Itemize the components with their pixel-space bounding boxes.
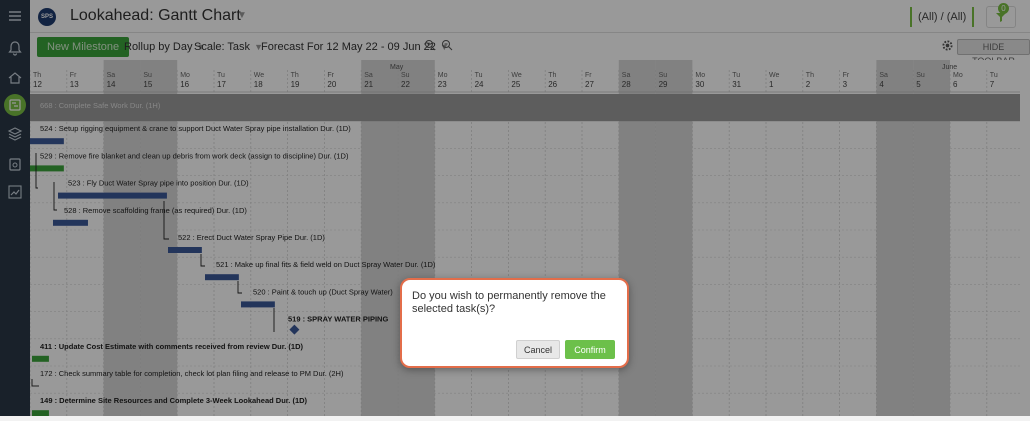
confirm-button[interactable]: Confirm [565, 340, 615, 359]
cancel-button[interactable]: Cancel [516, 340, 560, 359]
confirm-delete-dialog: Do you wish to permanently remove the se… [400, 278, 629, 368]
dialog-message: Do you wish to permanently remove the se… [412, 290, 606, 315]
bottom-strip [0, 416, 1030, 421]
